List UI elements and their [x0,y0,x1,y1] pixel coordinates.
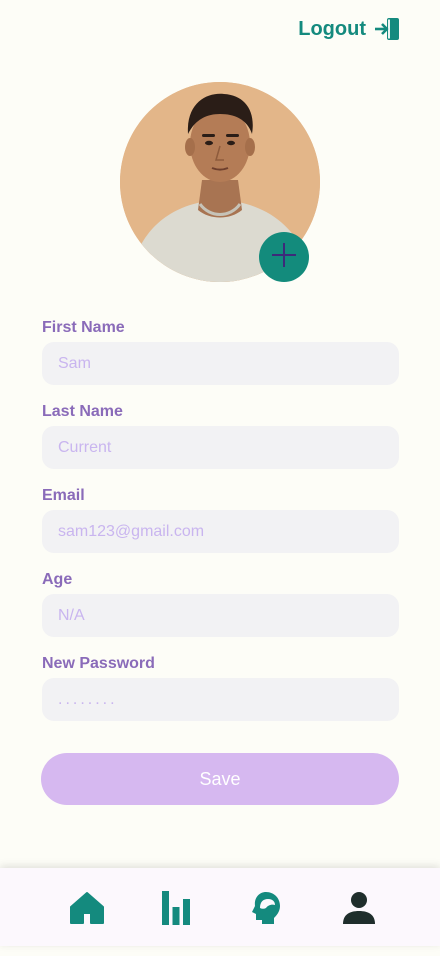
last-name-field: Last Name [42,402,399,469]
first-name-label: First Name [42,319,125,336]
bar-chart-icon [161,890,191,926]
age-input[interactable] [42,594,399,637]
logout-label: Logout [298,17,366,40]
nav-stats[interactable] [156,888,196,928]
profile-form: First Name Last Name Email Age New Passw… [42,318,399,738]
profile-icon [342,891,376,925]
age-field: Age [42,570,399,637]
age-label: Age [42,571,73,588]
last-name-input[interactable] [42,426,399,469]
save-button[interactable]: Save [41,753,399,805]
bottom-nav [0,868,440,946]
nav-mind[interactable] [246,888,286,928]
plus-icon [269,240,299,275]
first-name-input[interactable] [42,342,399,385]
first-name-field: First Name [42,318,399,385]
add-photo-button[interactable] [259,232,309,282]
profile-page: Logout First Name Sam Last Name Current … [0,0,440,956]
new-password-label: New Password [42,655,155,672]
logout-button[interactable]: Logout [298,17,400,41]
nav-home[interactable] [67,888,107,928]
last-name-label: Last Name [42,403,123,420]
email-input[interactable] [42,510,399,553]
head-icon [250,890,282,926]
new-password-input[interactable] [42,678,399,721]
new-password-field: New Password [42,654,399,721]
email-field: Email [42,486,399,553]
home-icon [69,891,105,925]
nav-profile[interactable] [339,888,379,928]
avatar-container [120,82,320,282]
email-label: Email [42,487,85,504]
logout-icon [374,17,400,41]
